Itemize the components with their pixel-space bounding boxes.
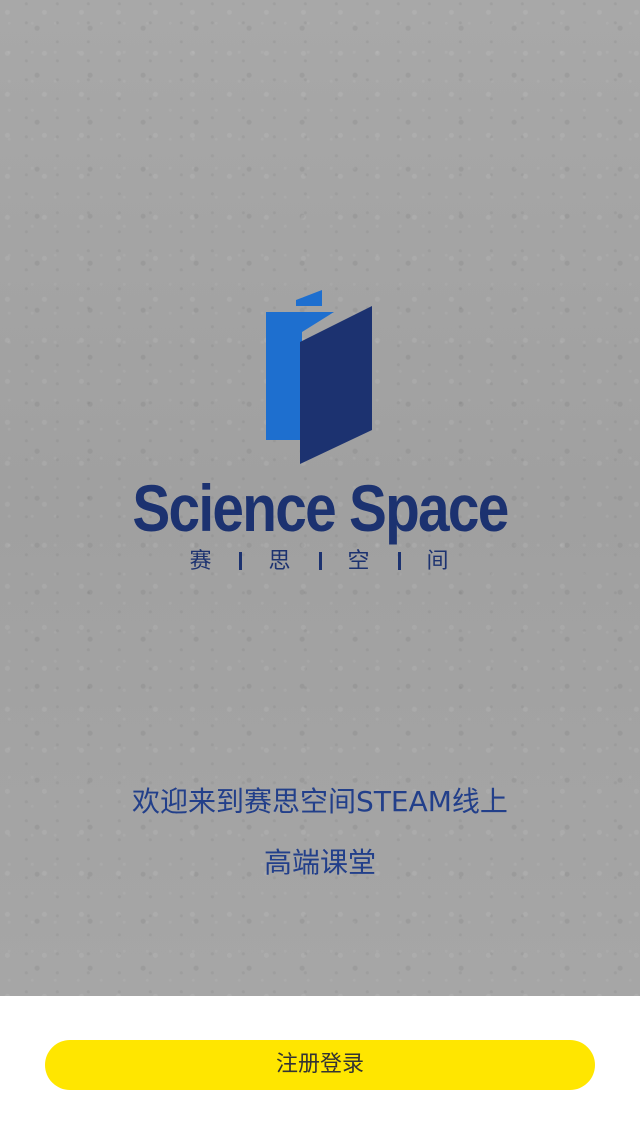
brand-sub-char: 间 <box>426 549 451 574</box>
welcome-text-line-2: 高端课堂 <box>263 846 376 879</box>
science-space-logo-icon <box>266 290 372 464</box>
splash-background: Science Space 赛 思 空 间 欢迎来到赛思空间STEAM线上 高端课堂 <box>0 0 640 996</box>
brand-subtitle: 赛思空间 <box>0 548 640 576</box>
welcome-text-line-1: 欢迎来到赛思空间STEAM线上 <box>132 785 508 818</box>
brand-sub-char: 赛 <box>189 549 214 574</box>
separator-bar <box>397 552 401 570</box>
brand-sub-char: 思 <box>268 549 293 574</box>
register-login-button[interactable]: 注册登录 <box>45 1040 595 1090</box>
brand-sub-char: 空 <box>347 549 372 574</box>
brand-name: Science Space <box>132 471 509 545</box>
separator-bar <box>318 552 322 570</box>
logo-tip <box>296 290 322 306</box>
logo-front-panel <box>300 306 372 464</box>
separator-bar <box>239 552 243 570</box>
